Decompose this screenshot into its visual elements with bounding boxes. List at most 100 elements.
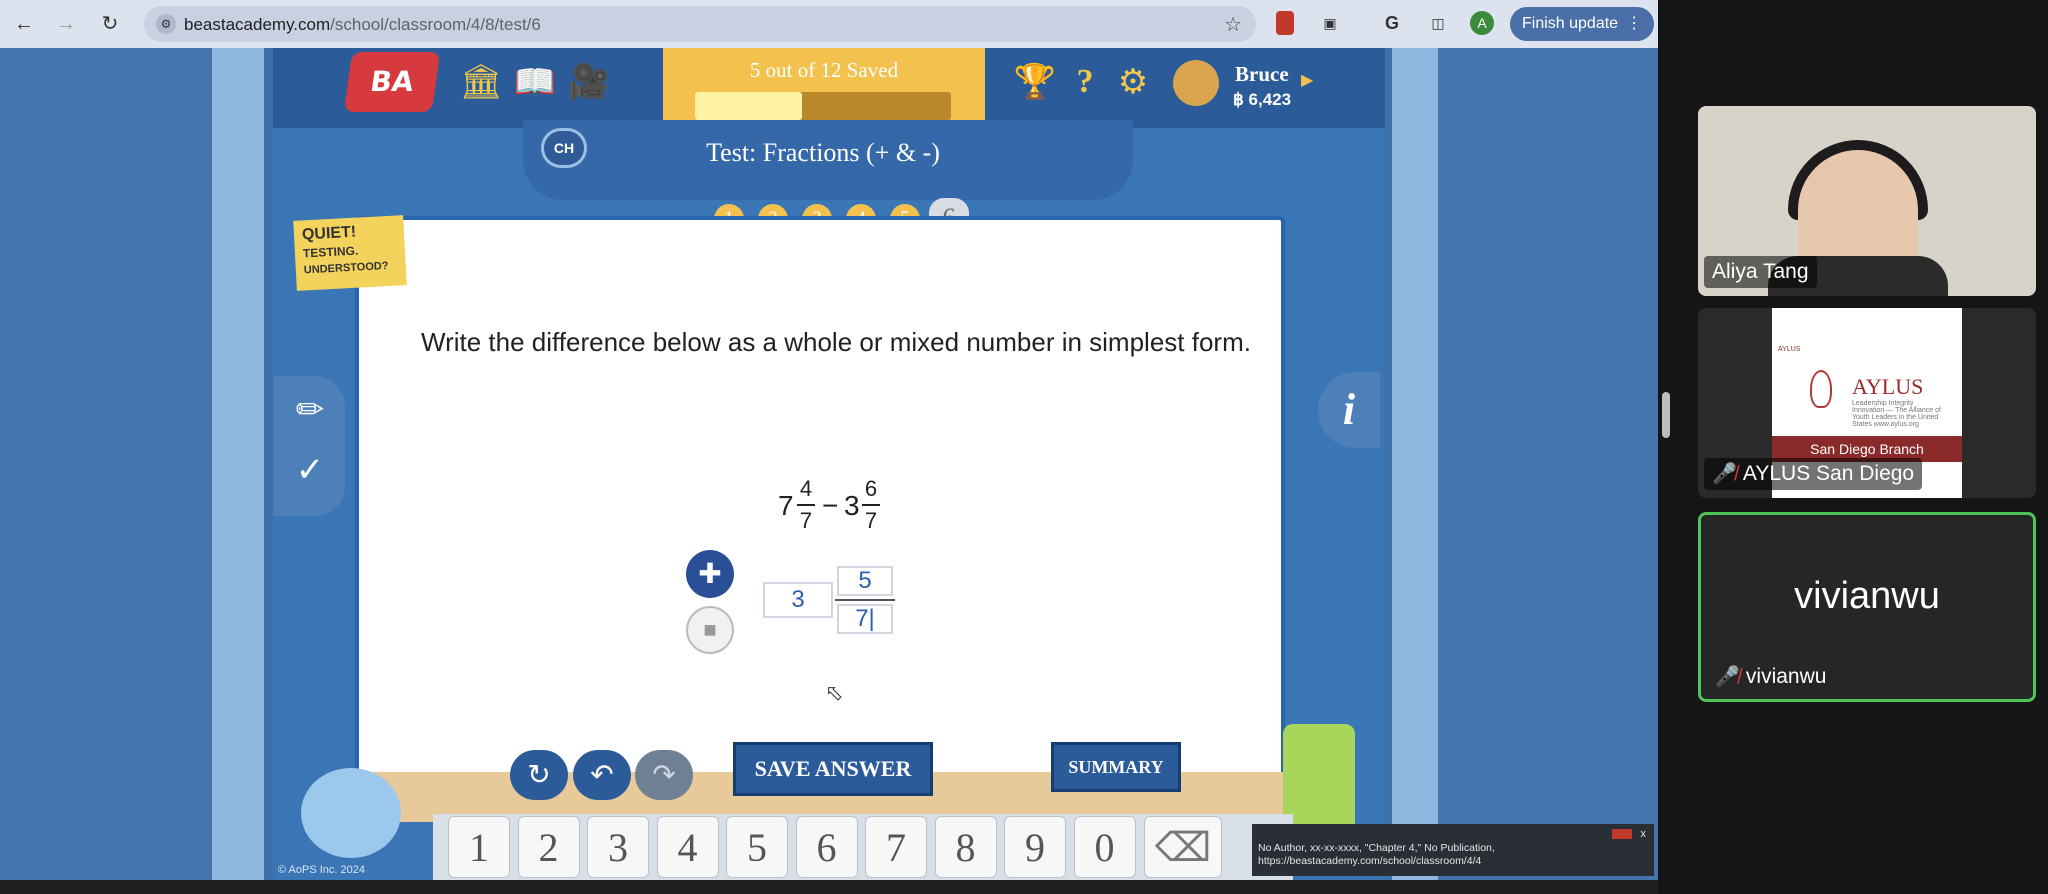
summary-button[interactable]: SUMMARY [1051, 742, 1181, 792]
fraction-bar [862, 504, 880, 506]
eraser-icon[interactable]: ✓ [285, 450, 335, 490]
answer-whole-input[interactable]: 3 [763, 582, 833, 618]
keypad-key[interactable]: 0 [1073, 816, 1136, 878]
user-name[interactable]: Bruce [1235, 62, 1289, 87]
torch-icon [1810, 370, 1832, 408]
minus-operator: − [822, 490, 839, 521]
right-backdrop [1438, 48, 1658, 894]
bookmark-star-icon[interactable]: ☆ [1224, 12, 1242, 37]
window-bottom-edge [0, 880, 1658, 894]
aylus-title: AYLUS [1852, 374, 1924, 399]
reload-icon[interactable]: ↻ [96, 10, 124, 38]
quiet-sign-line: UNDERSTOOD? [303, 260, 389, 277]
chevron-right-icon[interactable]: ▶ [1301, 70, 1313, 90]
answer-numerator-input[interactable]: 5 [837, 566, 893, 596]
left-backdrop [0, 48, 220, 894]
saved-progress-fill [695, 92, 802, 120]
video-tile-aylus[interactable]: AYLUS Leadership Integrity Innovation — … [1698, 308, 2036, 498]
participant-name-row: 🎤̸ AYLUS San Diego [1704, 458, 1923, 490]
first-denominator: 7 [799, 508, 813, 533]
participant-name-row: 🎤̸ vivianwu [1707, 661, 1834, 693]
url-host: beastacademy.com [184, 15, 331, 34]
left-light-strip [212, 48, 264, 894]
quiet-sign-line: TESTING. [302, 243, 359, 261]
pencil-cup-decoration [1283, 724, 1355, 834]
undo-icon[interactable]: ↶ [573, 750, 631, 800]
citation-line: No Author, xx-xx-xxxx, "Chapter 4," No P… [1258, 842, 1495, 854]
finish-update-label: Finish update [1522, 15, 1619, 32]
quiet-sign-line: QUIET! [301, 223, 357, 244]
citation-popup: x No Author, xx-xx-xxxx, "Chapter 4," No… [1252, 824, 1654, 876]
save-answer-button[interactable]: SAVE ANSWER [733, 742, 933, 796]
second-denominator: 7 [864, 508, 878, 533]
mouse-cursor-icon: ⬁ [825, 680, 844, 705]
profile-avatar[interactable]: A [1470, 11, 1494, 35]
first-whole: 7 [778, 490, 794, 521]
keypad-key[interactable]: 9 [1004, 816, 1066, 878]
keypad-key[interactable]: 5 [726, 816, 788, 878]
question-paper [355, 216, 1285, 806]
keypad-key[interactable]: 7 [865, 816, 927, 878]
test-title: Test: Fractions (+ & -) [706, 138, 940, 167]
browser-window: ← → ↻ ⚙ beastacademy.com/school/classroo… [0, 0, 1658, 894]
close-icon[interactable]: x [1641, 828, 1647, 841]
saved-count: 5 out of 12 Saved [749, 58, 899, 82]
mixed-number-mode-icon[interactable]: ✚ [686, 550, 734, 598]
scrollbar[interactable] [1662, 392, 1670, 438]
saved-progress-bar [695, 92, 951, 120]
muted-mic-icon: 🎤̸ [1712, 463, 1737, 485]
keypad-key[interactable]: 8 [934, 816, 997, 878]
pencil-icon[interactable]: ✏ [285, 390, 335, 430]
participant-name: Aliya Tang [1704, 256, 1817, 288]
citation-line: https://beastacademy.com/school/classroo… [1258, 855, 1482, 867]
extension-flag-icon [1612, 829, 1632, 839]
google-icon[interactable]: G [1380, 11, 1404, 35]
home-icon[interactable]: 🏛 [459, 60, 503, 104]
second-numerator: 6 [864, 476, 878, 501]
video-camera-icon[interactable]: 🎥 [567, 60, 611, 104]
help-icon[interactable]: ? [1063, 60, 1107, 104]
award-icon[interactable]: 🏆 [1013, 60, 1057, 104]
coin-balance: ฿ 6,423 [1233, 90, 1292, 109]
forward-arrow-icon[interactable]: → [52, 10, 80, 38]
url-path: /school/classroom/4/8/test/6 [330, 15, 541, 34]
fuzzy-monster-mascot [301, 768, 401, 858]
keypad-key[interactable]: 1 [448, 816, 510, 878]
reset-icon[interactable]: ↻ [510, 750, 568, 800]
url-text[interactable]: beastacademy.com/school/classroom/4/8/te… [184, 15, 541, 35]
right-light-strip [1392, 48, 1444, 894]
answer-denominator-input[interactable]: 7| [837, 604, 893, 634]
puzzle-extensions-icon[interactable]: ▣ [1318, 11, 1342, 35]
video-tile-vivian[interactable]: vivianwu 🎤̸ vivianwu [1698, 512, 2036, 702]
whole-number-mode-icon[interactable]: ■ [686, 606, 734, 654]
keypad-key[interactable]: 4 [656, 816, 719, 878]
page-content: BA 🏛 📖 🎥 5 out of 12 Saved 🏆 ? ⚙ Bruce ฿… [0, 48, 1658, 894]
gear-icon[interactable]: ⚙ [1111, 60, 1155, 104]
game-frame: BA 🏛 📖 🎥 5 out of 12 Saved 🏆 ? ⚙ Bruce ฿… [273, 48, 1385, 884]
video-tile-aliya[interactable]: Aliya Tang [1698, 106, 2036, 296]
first-fraction: 4 7 [796, 476, 816, 533]
extension-icon[interactable] [1276, 11, 1294, 35]
chapter-badge[interactable]: CH [541, 128, 587, 168]
keypad-key[interactable]: 6 [795, 816, 858, 878]
avatar[interactable] [1173, 60, 1219, 106]
side-panel-icon[interactable]: ◫ [1426, 11, 1450, 35]
back-arrow-icon[interactable]: ← [10, 10, 38, 38]
backspace-key[interactable]: ⌫ [1144, 816, 1222, 878]
copyright-notice: © AoPS Inc. 2024 [278, 864, 365, 876]
finish-update-button[interactable]: Finish update ⋮ [1510, 7, 1654, 41]
keypad-key[interactable]: 3 [587, 816, 649, 878]
question-text: Write the difference below as a whole or… [421, 327, 1251, 357]
aylus-small-logo: AYLUS [1778, 346, 1801, 353]
participant-name: vivianwu [1745, 665, 1827, 688]
site-info-icon[interactable]: ⚙ [156, 14, 176, 34]
first-numerator: 4 [799, 476, 813, 501]
ba-logo[interactable]: BA [343, 52, 441, 112]
book-icon[interactable]: 📖 [513, 60, 557, 104]
redo-icon[interactable]: ↷ [635, 750, 693, 800]
info-button[interactable]: i [1318, 372, 1380, 448]
keypad-key[interactable]: 2 [517, 816, 580, 878]
address-bar[interactable]: ⚙ beastacademy.com/school/classroom/4/8/… [144, 6, 1256, 42]
answer-fraction-bar [835, 599, 895, 601]
quiet-testing-sign: QUIET! TESTING. UNDERSTOOD? [293, 215, 407, 291]
